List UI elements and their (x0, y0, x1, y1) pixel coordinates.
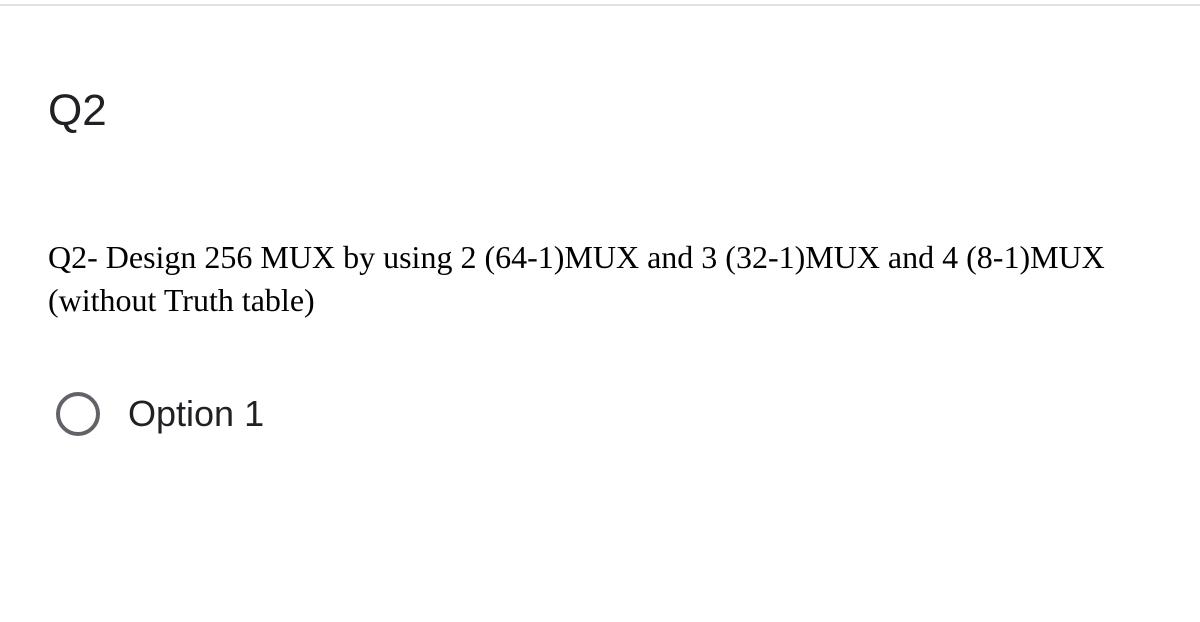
radio-icon[interactable] (56, 392, 100, 436)
option-row[interactable]: Option 1 (48, 392, 1152, 436)
option-label: Option 1 (128, 393, 264, 435)
question-prompt: Q2- Design 256 MUX by using 2 (64-1)MUX … (48, 236, 1152, 322)
question-number: Q2 (48, 86, 1152, 136)
question-card: Q2 Q2- Design 256 MUX by using 2 (64-1)M… (0, 6, 1200, 496)
